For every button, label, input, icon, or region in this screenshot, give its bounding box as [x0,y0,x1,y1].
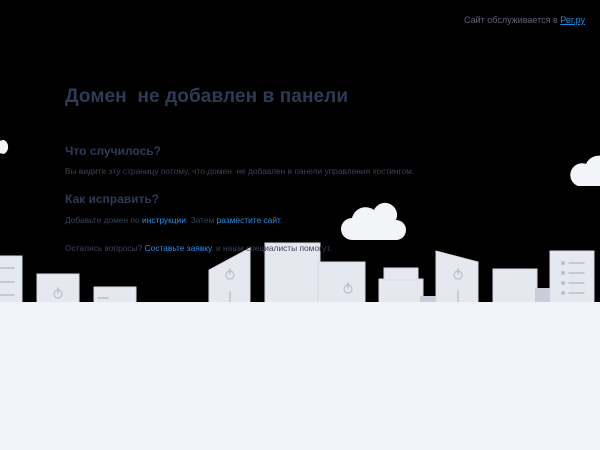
building [435,250,479,307]
cloud-icon [341,202,406,240]
what-happened-text: Вы видите эту страницу потому, что домен… [65,166,415,176]
instructions-link[interactable]: инструкции [142,215,186,225]
how-to-fix-middle: . Затем [185,215,217,225]
page-title: Домен не добавлен в панели [65,86,349,107]
questions-text: Остались вопросы? Составьте заявку, и на… [65,243,332,253]
building [0,255,23,307]
how-to-fix-suffix: . [279,215,283,225]
how-to-fix-text: Добавьте домен по инструкции. Затем разм… [65,215,282,225]
what-happened-heading: Что случилось? [65,144,161,158]
questions-prefix: Остались вопросы? [65,243,145,253]
building [378,267,424,307]
place-site-link[interactable]: разместите сайт [217,215,280,225]
how-to-fix-heading: Как исправить? [65,192,160,206]
questions-suffix: , и наши специалисты помогут. [211,243,332,253]
cloud-icon [0,139,9,154]
create-request-link[interactable]: Составьте заявку [145,243,212,253]
ground [0,302,600,450]
building [208,247,251,307]
building [317,261,366,307]
error-page: Сайт обслуживается в Рег.ру Домен не доб… [0,0,600,450]
main-content: Домен не добавлен в панели Что случилось… [65,86,535,253]
cloud-icon [570,155,600,186]
building [549,250,595,307]
how-to-fix-prefix: Добавьте домен по [65,215,143,225]
building [492,268,538,307]
